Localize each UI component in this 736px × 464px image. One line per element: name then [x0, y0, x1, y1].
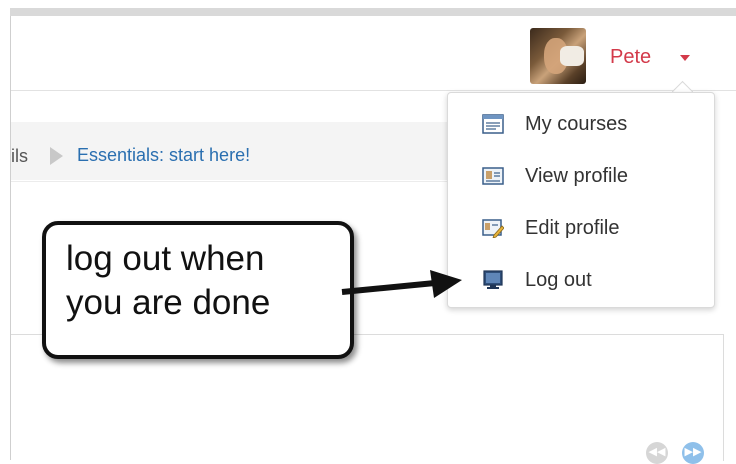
edit-profile-icon [482, 219, 504, 238]
callout-box: log out when you are done [42, 221, 354, 359]
menu-item-label: View profile [525, 165, 629, 187]
menu-item-label: Log out [525, 269, 592, 291]
rewind-glyph: ◀◀ [648, 446, 666, 458]
breadcrumb-separator-icon [50, 147, 63, 165]
rewind-icon[interactable]: ◀◀ [646, 442, 668, 464]
callout-line-2: you are done [66, 283, 271, 322]
breadcrumb-item-previous[interactable]: ils [11, 146, 28, 167]
user-dropdown-menu: My courses View profile Edit profile Log… [447, 92, 715, 308]
fast-forward-glyph: ▶▶ [684, 446, 702, 458]
page: Pete ils Essentials: start here! ◀◀ ▶▶ M… [0, 0, 736, 464]
menu-item-label: My courses [525, 113, 628, 135]
user-avatar[interactable] [530, 28, 586, 84]
monitor-logout-icon [483, 270, 503, 289]
caret-down-icon[interactable] [680, 55, 690, 61]
breadcrumb-item-current[interactable]: Essentials: start here! [77, 145, 250, 166]
menu-item-label: Edit profile [525, 217, 620, 239]
header-divider [11, 181, 451, 182]
user-menu-toggle[interactable]: Pete [610, 46, 651, 69]
courses-icon [482, 114, 504, 134]
callout-arrow-icon [341, 270, 462, 298]
profile-card-icon [482, 167, 504, 185]
menu-item-my-courses[interactable]: My courses [448, 99, 714, 151]
callout-text: log out when you are done [66, 237, 346, 325]
fast-forward-icon[interactable]: ▶▶ [682, 442, 704, 464]
callout-line-1: log out when [66, 239, 265, 278]
avatar-hand [560, 46, 584, 66]
menu-item-view-profile[interactable]: View profile [448, 151, 714, 203]
menu-item-edit-profile[interactable]: Edit profile [448, 203, 714, 255]
menu-item-log-out[interactable]: Log out [448, 255, 714, 307]
